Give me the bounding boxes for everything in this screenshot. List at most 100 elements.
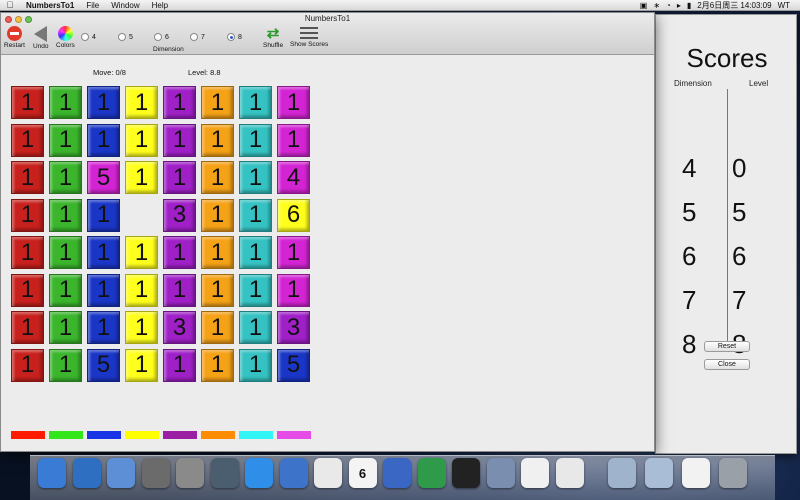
undo-button[interactable]: Undo [33, 26, 49, 50]
menu-window[interactable]: Window [105, 0, 145, 11]
board-tile[interactable]: 1 [11, 273, 44, 307]
board-tile[interactable]: 1 [163, 273, 196, 307]
finder-icon[interactable] [38, 458, 66, 488]
dimension-radio-7[interactable]: 7 [190, 33, 205, 41]
board-tile[interactable]: 1 [49, 198, 82, 232]
trash-icon[interactable] [719, 458, 747, 488]
dimension-radio-8[interactable]: 8 [227, 33, 242, 41]
restart-button[interactable]: Restart [4, 26, 25, 49]
board-tile[interactable]: 1 [125, 86, 158, 119]
folder-icon[interactable] [645, 458, 673, 488]
board-tile[interactable]: 1 [239, 161, 272, 194]
board-tile[interactable]: 1 [201, 273, 234, 307]
color-swatch[interactable] [277, 431, 311, 439]
menu-user[interactable]: WT [778, 0, 790, 11]
board-tile[interactable]: 1 [239, 311, 272, 344]
wifi-icon[interactable]: ◔ [666, 0, 671, 11]
board-tile[interactable]: 1 [201, 311, 234, 344]
board-tile[interactable]: 5 [87, 348, 120, 382]
app-store-icon[interactable] [245, 458, 273, 488]
board-tile[interactable]: 1 [87, 123, 120, 157]
board-tile[interactable]: 1 [163, 86, 196, 119]
board-tile[interactable]: 1 [125, 123, 158, 157]
bluetooth-icon[interactable]: ∗ [653, 0, 660, 11]
board-tile[interactable]: 1 [49, 86, 82, 119]
itunes-icon[interactable] [279, 458, 308, 488]
board-tile[interactable]: 1 [239, 198, 272, 232]
board-tile[interactable]: 1 [239, 123, 272, 157]
chrome-icon[interactable] [314, 458, 342, 488]
battery-icon[interactable]: ▮ [687, 0, 691, 11]
board-tile[interactable]: 1 [87, 198, 120, 232]
menu-clock[interactable]: 2月6日周三 14:03:09 [697, 0, 771, 11]
board-tile[interactable]: 1 [11, 198, 44, 232]
board-tile[interactable]: 1 [163, 123, 196, 157]
board-tile[interactable]: 3 [277, 311, 310, 344]
board-tile[interactable]: 1 [49, 348, 82, 382]
dimension-radio-5[interactable]: 5 [118, 33, 133, 41]
show-scores-button[interactable]: Show Scores [290, 26, 328, 48]
qq-icon[interactable] [452, 458, 480, 488]
board-tile[interactable]: 1 [125, 311, 158, 344]
dimension-radio-6[interactable]: 6 [154, 33, 169, 41]
board-tile[interactable]: 1 [125, 236, 158, 269]
board-tile[interactable]: 1 [49, 161, 82, 194]
color-swatch[interactable] [87, 431, 121, 439]
colors-button[interactable]: Colors [56, 26, 75, 49]
apple-icon[interactable]:  [0, 0, 20, 11]
board-tile[interactable]: 1 [87, 86, 120, 119]
board-tile[interactable]: 1 [239, 348, 272, 382]
folder-icon[interactable] [608, 458, 636, 488]
board-tile[interactable]: 1 [87, 311, 120, 344]
board-tile[interactable]: 1 [11, 123, 44, 157]
dimension-radio-4[interactable]: 4 [81, 33, 96, 41]
preview-icon[interactable] [210, 458, 239, 488]
board-tile[interactable]: 1 [201, 348, 234, 382]
board-tile[interactable]: 1 [201, 86, 234, 119]
color-swatch[interactable] [163, 431, 197, 439]
board-tile[interactable]: 1 [201, 161, 234, 194]
board-tile[interactable]: 1 [87, 273, 120, 307]
board-tile[interactable]: 3 [163, 198, 196, 232]
board-tile[interactable]: 1 [11, 311, 44, 344]
board-tile[interactable]: 1 [11, 86, 44, 119]
photo-icon[interactable] [486, 458, 515, 488]
zip-icon[interactable] [682, 458, 710, 488]
menu-file[interactable]: File [80, 0, 105, 11]
board-tile[interactable]: 1 [49, 273, 82, 307]
board-tile[interactable]: 4 [277, 161, 310, 194]
board-tile[interactable]: 1 [11, 348, 44, 382]
board-tile[interactable]: 1 [277, 123, 310, 157]
board-tile[interactable]: 1 [163, 348, 196, 382]
board-tile[interactable]: 1 [125, 348, 158, 382]
board-tile[interactable]: 1 [201, 236, 234, 269]
board-tile[interactable]: 1 [163, 236, 196, 269]
board-tile[interactable]: 1 [277, 236, 310, 269]
keychain-icon[interactable] [176, 458, 204, 488]
launchpad-icon[interactable] [141, 458, 170, 488]
board-tile[interactable]: 1 [163, 161, 196, 194]
close-button[interactable]: Close [704, 359, 750, 370]
board-tile[interactable]: 5 [87, 161, 120, 194]
script-icon[interactable] [555, 458, 584, 488]
xcode-icon[interactable] [72, 458, 101, 488]
board-tile[interactable]: 3 [163, 311, 196, 344]
board-tile[interactable]: 1 [201, 198, 234, 232]
color-swatch[interactable] [239, 431, 273, 439]
board-tile[interactable]: 1 [49, 311, 82, 344]
board-tile[interactable]: 1 [125, 273, 158, 307]
board-tile[interactable]: 1 [277, 86, 310, 119]
color-swatch[interactable] [201, 431, 235, 439]
board-tile[interactable]: 1 [49, 123, 82, 157]
menu-help[interactable]: Help [146, 0, 174, 11]
textedit-icon[interactable] [521, 458, 549, 488]
shuffle-button[interactable]: ⇄ Shuffle [263, 26, 283, 49]
board-tile[interactable]: 1 [11, 236, 44, 269]
reset-button[interactable]: Reset [704, 341, 750, 352]
color-swatch[interactable] [49, 431, 83, 439]
board-tile[interactable]: 1 [11, 161, 44, 194]
word-icon[interactable] [383, 458, 411, 488]
board-tile[interactable]: 1 [201, 123, 234, 157]
excel-icon[interactable] [417, 458, 446, 488]
calendar-icon[interactable]: 6 [348, 458, 377, 488]
